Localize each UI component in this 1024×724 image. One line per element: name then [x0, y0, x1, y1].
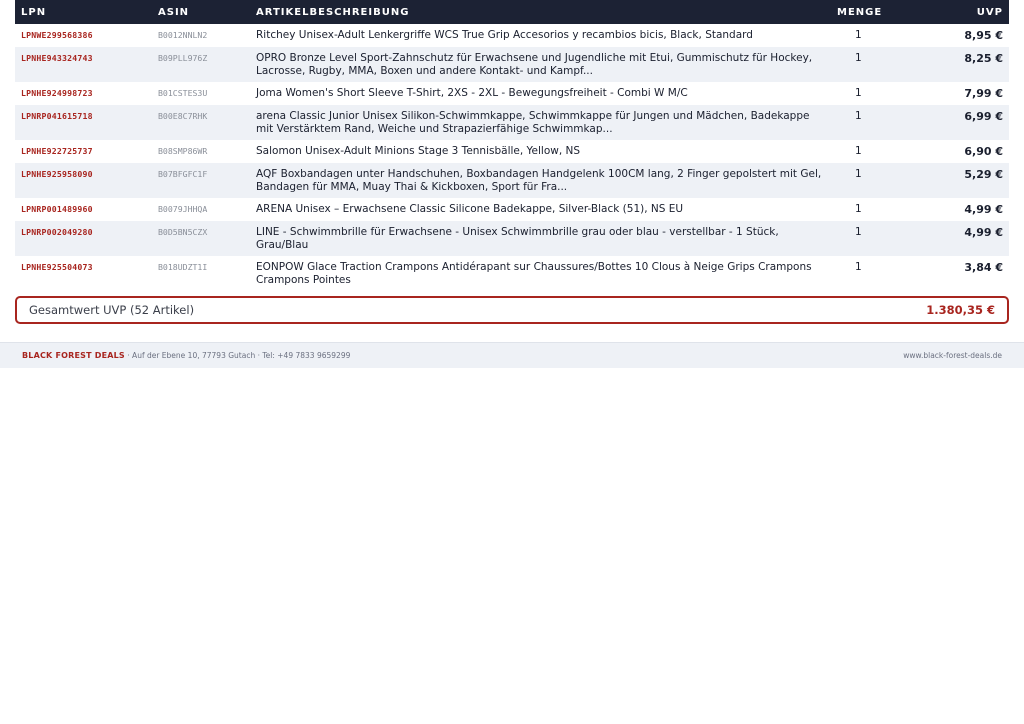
table-row: LPNRP001489960 B0079JHHQA ARENA Unisex –…	[15, 198, 1009, 221]
asin-cell: B08SMP86WR	[158, 146, 208, 156]
column-header-lpn: LPN	[21, 6, 47, 18]
total-summary-box: Gesamtwert UVP (52 Artikel) 1.380,35 €	[15, 296, 1009, 324]
column-header-uvp: UVP	[976, 6, 1003, 18]
description-cell: Ritchey Unisex-Adult Lenkergriffe WCS Tr…	[256, 29, 753, 41]
footer-address: · Auf der Ebene 10, 77793 Gutach · Tel: …	[124, 351, 351, 360]
table-row: LPNHE922725737 B08SMP86WR Salomon Unisex…	[15, 140, 1009, 163]
page-footer: BLACK FOREST DEALS · Auf der Ebene 10, 7…	[0, 342, 1024, 368]
lpn-cell: LPNRP001489960	[21, 204, 93, 214]
quantity-cell: 1	[855, 29, 862, 41]
footer-website-link[interactable]: www.black-forest-deals.de	[903, 351, 1002, 360]
uvp-cell: 4,99 €	[964, 226, 1003, 239]
uvp-cell: 5,29 €	[964, 168, 1003, 181]
lpn-cell: LPNHE925504073	[21, 262, 93, 272]
quantity-cell: 1	[855, 261, 862, 273]
asin-cell: B0012NNLN2	[158, 30, 208, 40]
asin-cell: B0D5BN5CZX	[158, 227, 208, 237]
total-label: Gesamtwert UVP (52 Artikel)	[29, 303, 195, 317]
footer-company-info: BLACK FOREST DEALS · Auf der Ebene 10, 7…	[22, 351, 350, 360]
table-row: LPNRP002049280 B0D5BN5CZX LINE - Schwimm…	[15, 221, 1009, 256]
uvp-cell: 7,99 €	[964, 87, 1003, 100]
quantity-cell: 1	[855, 52, 862, 64]
asin-cell: B00E8C7RHK	[158, 111, 208, 121]
description-cell: arena Classic Junior Unisex Silikon-Schw…	[256, 110, 810, 135]
uvp-cell: 6,99 €	[964, 110, 1003, 123]
column-header-description: ARTIKELBESCHREIBUNG	[256, 6, 410, 18]
table-row: LPNHE925958090 B07BFGFC1F AQF Boxbandage…	[15, 163, 1009, 198]
quantity-cell: 1	[855, 87, 862, 99]
articles-table: LPN ASIN ARTIKELBESCHREIBUNG MENGE UVP L…	[15, 0, 1009, 291]
table-row: LPNHE943324743 B09PLL976Z OPRO Bronze Le…	[15, 47, 1009, 82]
quantity-cell: 1	[855, 110, 862, 122]
table-row: LPNHE924998723 B01CSTES3U Joma Women's S…	[15, 82, 1009, 105]
lpn-cell: LPNHE922725737	[21, 146, 93, 156]
uvp-cell: 8,25 €	[964, 52, 1003, 65]
description-cell: LINE - Schwimmbrille für Erwachsene - Un…	[256, 226, 779, 251]
asin-cell: B09PLL976Z	[158, 53, 208, 63]
table-row: LPNWE299568386 B0012NNLN2 Ritchey Unisex…	[15, 24, 1009, 47]
quantity-cell: 1	[855, 203, 862, 215]
asin-cell: B07BFGFC1F	[158, 169, 208, 179]
total-value: 1.380,35 €	[926, 303, 995, 317]
description-cell: EONPOW Glace Traction Crampons Antidérap…	[256, 261, 812, 286]
table-row: LPNRP041615718 B00E8C7RHK arena Classic …	[15, 105, 1009, 140]
table-header-row: LPN ASIN ARTIKELBESCHREIBUNG MENGE UVP	[15, 0, 1009, 24]
lpn-cell: LPNWE299568386	[21, 30, 93, 40]
description-cell: ARENA Unisex – Erwachsene Classic Silico…	[256, 203, 684, 215]
lpn-cell: LPNHE924998723	[21, 88, 93, 98]
column-header-asin: ASIN	[158, 6, 190, 18]
footer-brand-name: BLACK FOREST DEALS	[22, 351, 125, 360]
uvp-cell: 3,84 €	[964, 261, 1003, 274]
table-row: LPNHE925504073 B018UDZT1I EONPOW Glace T…	[15, 256, 1009, 291]
quantity-cell: 1	[855, 145, 862, 157]
asin-cell: B018UDZT1I	[158, 262, 208, 272]
description-cell: AQF Boxbandagen unter Handschuhen, Boxba…	[256, 168, 822, 193]
uvp-cell: 8,95 €	[964, 29, 1003, 42]
uvp-cell: 4,99 €	[964, 203, 1003, 216]
asin-cell: B01CSTES3U	[158, 88, 208, 98]
lpn-cell: LPNHE925958090	[21, 169, 93, 179]
asin-cell: B0079JHHQA	[158, 204, 208, 214]
quantity-cell: 1	[855, 226, 862, 238]
description-cell: Salomon Unisex-Adult Minions Stage 3 Ten…	[256, 145, 581, 157]
lpn-cell: LPNRP002049280	[21, 227, 93, 237]
quantity-cell: 1	[855, 168, 862, 180]
articles-table-container: LPN ASIN ARTIKELBESCHREIBUNG MENGE UVP L…	[15, 0, 1009, 291]
uvp-cell: 6,90 €	[964, 145, 1003, 158]
lpn-cell: LPNHE943324743	[21, 53, 93, 63]
description-cell: Joma Women's Short Sleeve T-Shirt, 2XS -…	[256, 87, 688, 99]
column-header-quantity: MENGE	[837, 6, 883, 18]
lpn-cell: LPNRP041615718	[21, 111, 93, 121]
description-cell: OPRO Bronze Level Sport-Zahnschutz für E…	[256, 52, 813, 77]
